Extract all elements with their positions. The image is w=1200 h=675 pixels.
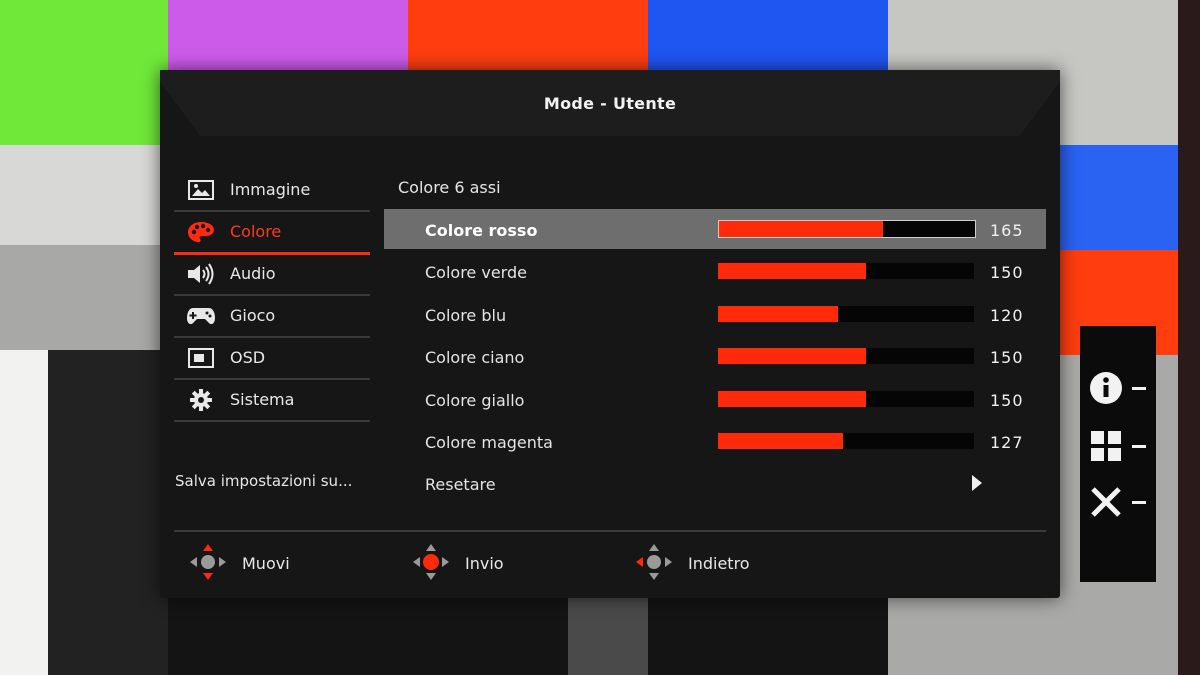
background-dark <box>48 350 168 675</box>
menu-item-label: Sistema <box>230 390 295 409</box>
menu-item-osd[interactable]: OSD <box>174 338 370 380</box>
background-mid-gray <box>0 245 168 350</box>
image-icon <box>186 179 216 201</box>
setting-slider[interactable] <box>718 433 974 449</box>
slider-fill <box>718 263 867 279</box>
background-bottom-gray <box>568 598 648 675</box>
slider-fill <box>719 221 883 237</box>
info-icon <box>1090 372 1122 404</box>
background-light-gray <box>0 145 168 245</box>
setting-slider[interactable] <box>718 220 976 238</box>
setting-row-colore-rosso[interactable]: Colore rosso 165 <box>384 209 1046 249</box>
setting-row-colore-giallo[interactable]: Colore giallo 150 <box>384 379 1046 419</box>
background-right-edge <box>1178 0 1200 675</box>
menu-item-label: Gioco <box>230 306 276 325</box>
setting-row-colore-ciano[interactable]: Colore ciano 150 <box>384 336 1046 376</box>
setting-label: Colore magenta <box>425 433 553 452</box>
setting-row-resetare[interactable]: Resetare <box>384 463 1046 503</box>
dpad-move-icon <box>190 544 226 580</box>
setting-value: 150 <box>990 348 1024 367</box>
background-blue-right <box>1060 145 1178 250</box>
grid-icon <box>1091 431 1121 461</box>
setting-label: Colore giallo <box>425 391 525 410</box>
nav-hint-label: Invio <box>465 554 504 573</box>
slider-fill <box>718 348 867 364</box>
close-button[interactable] <box>1088 480 1148 524</box>
setting-label: Colore blu <box>425 306 507 325</box>
dpad-back-icon <box>636 544 672 580</box>
setting-slider[interactable] <box>718 306 974 322</box>
info-button[interactable] <box>1088 366 1148 410</box>
menu-item-label: Colore <box>230 222 282 241</box>
setting-label: Colore verde <box>425 263 527 282</box>
background-green <box>0 0 168 145</box>
dash-mark <box>1132 445 1146 448</box>
dash-mark <box>1132 387 1146 390</box>
setting-slider[interactable] <box>718 263 974 279</box>
gamepad-icon <box>186 305 216 327</box>
background-magenta <box>168 0 408 80</box>
osd-icon <box>186 347 216 369</box>
osd-title: Mode - Utente <box>543 94 677 113</box>
setting-value: 150 <box>990 263 1024 282</box>
setting-label: Colore rosso <box>425 221 538 240</box>
section-title: Colore 6 assi <box>398 178 501 197</box>
setting-row-colore-verde[interactable]: Colore verde 150 <box>384 251 1046 291</box>
setting-row-colore-blu[interactable]: Colore blu 120 <box>384 294 1046 334</box>
menu-item-label: Immagine <box>230 180 311 199</box>
menu-item-sistema[interactable]: Sistema <box>174 380 370 422</box>
osd-panel: Mode - Utente Immagine Colore Audio Gioc… <box>160 70 1060 598</box>
dash-mark <box>1132 501 1146 504</box>
grid-button[interactable] <box>1088 424 1148 468</box>
setting-label: Resetare <box>425 475 496 494</box>
background-blue <box>648 0 888 80</box>
slider-fill <box>718 433 844 449</box>
menu-item-gioco[interactable]: Gioco <box>174 296 370 338</box>
gear-icon <box>186 389 216 411</box>
setting-value: 120 <box>990 306 1024 325</box>
setting-label: Colore ciano <box>425 348 525 367</box>
setting-value: 127 <box>990 433 1024 452</box>
menu-item-immagine[interactable]: Immagine <box>174 170 370 212</box>
save-settings-item[interactable]: Salva impostazioni su... <box>175 472 352 490</box>
slider-fill <box>718 391 867 407</box>
setting-value: 165 <box>990 221 1024 240</box>
menu-item-audio[interactable]: Audio <box>174 254 370 296</box>
slider-fill <box>718 306 839 322</box>
chevron-right-icon <box>972 475 982 491</box>
close-icon <box>1091 487 1121 517</box>
menu-item-colore[interactable]: Colore <box>174 212 370 255</box>
nav-hint-label: Indietro <box>688 554 750 573</box>
setting-slider[interactable] <box>718 391 974 407</box>
setting-value: 150 <box>990 391 1024 410</box>
nav-hint-label: Muovi <box>242 554 290 573</box>
background-bottom-dark <box>168 598 888 675</box>
menu-item-label: Audio <box>230 264 276 283</box>
dpad-enter-icon <box>413 544 449 580</box>
menu-item-label: OSD <box>230 348 266 367</box>
speaker-icon <box>186 263 216 285</box>
background-orange <box>408 0 648 80</box>
hotkey-panel <box>1080 326 1156 582</box>
footer-divider <box>174 530 1046 532</box>
setting-row-colore-magenta[interactable]: Colore magenta 127 <box>384 421 1046 461</box>
palette-icon <box>186 221 216 243</box>
setting-slider[interactable] <box>718 348 974 364</box>
background-white <box>0 350 48 675</box>
